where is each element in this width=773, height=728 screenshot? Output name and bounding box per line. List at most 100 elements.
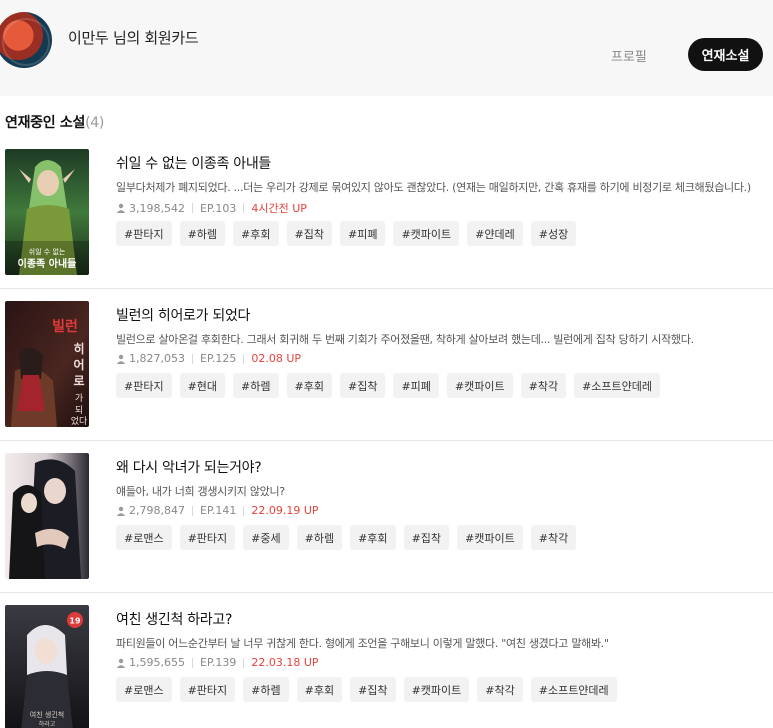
tag[interactable]: #판타지 — [116, 373, 172, 398]
cover-title-villain: 빌런 — [52, 318, 78, 335]
novel-title[interactable]: 빌런의 히어로가 되었다 — [116, 305, 250, 325]
tag[interactable]: #판타지 — [179, 677, 236, 702]
update-time: 02.08 UP — [251, 352, 302, 365]
tag[interactable]: #착각 — [530, 525, 577, 550]
cover-title-hero: 되 — [75, 405, 83, 416]
section-title-label: 연재중인 소설 — [5, 115, 86, 131]
tag[interactable]: #집착 — [403, 525, 450, 550]
tag-list: #로맨스 #판타지 #중세 #하렘 #후회 #집착 #캣파이트 #착각 — [116, 525, 577, 550]
cover-title-hero: 어 — [73, 357, 84, 372]
novel-meta: 1,827,053 EP.125 02.08 UP — [116, 352, 301, 365]
episode-count: EP.139 — [199, 656, 237, 669]
cover-title-hero: 가 — [75, 393, 83, 404]
tag[interactable]: #피폐 — [393, 373, 439, 398]
tag-list: #로맨스 #판타지 #하렘 #후회 #집착 #캣파이트 #착각 #소프트얀데레 — [116, 677, 617, 702]
tag[interactable]: #하렘 — [243, 677, 289, 702]
novel-item[interactable]: 빌런 히 어 로 가 되 었다 빌런의 히어로가 되었다 빌런으로 살아온걸 후… — [0, 289, 773, 441]
novel-count: (4) — [85, 115, 104, 131]
tag[interactable]: #착각 — [520, 373, 567, 398]
novel-list: 쉬일 수 없는 이종족 아내들 쉬일 수 없는 이종족 아내들 일부다처제가 폐… — [0, 137, 773, 728]
tag[interactable]: #캣파이트 — [403, 677, 470, 702]
cover-title-hero: 히 — [73, 341, 84, 356]
update-time: 22.03.18 UP — [251, 656, 319, 669]
tag[interactable]: #캣파이트 — [446, 373, 513, 398]
tag[interactable]: #캣파이트 — [457, 525, 523, 550]
cover-title-line2: 이종족 아내들 — [18, 257, 77, 270]
tag[interactable]: #하렘 — [296, 525, 343, 550]
tag-list: #판타지 #하렘 #후회 #집착 #피폐 #캣파이트 #얀데레 #성장 — [116, 221, 577, 246]
novel-description: 빌런으로 살아온걸 후회한다. 그래서 회귀해 두 번째 기회가 주어졌을땐, … — [116, 333, 694, 346]
tag[interactable]: #소프트얀데레 — [574, 373, 661, 398]
tag[interactable]: #중세 — [243, 525, 289, 550]
episode-count: EP.125 — [199, 352, 237, 365]
person-icon — [116, 658, 126, 668]
view-count: 3,198,542 — [129, 201, 185, 215]
cover-title-hero: 었다 — [71, 415, 88, 427]
novel-meta: 2,798,847 EP.141 22.09.19 UP — [116, 504, 319, 517]
meta-divider — [191, 353, 193, 364]
tag[interactable]: #현대 — [179, 373, 226, 398]
episode-count: EP.103 — [199, 201, 237, 215]
tag[interactable]: #판타지 — [179, 525, 236, 550]
cover-title: 여친 생긴척 — [30, 710, 64, 719]
tag[interactable]: #후회 — [296, 677, 343, 702]
view-count: 1,595,655 — [129, 656, 185, 669]
tag[interactable]: #캣파이트 — [393, 221, 460, 246]
tag[interactable]: #하렘 — [179, 221, 226, 246]
meta-divider — [243, 505, 245, 516]
tab-serial-novels[interactable]: 연재소설 — [688, 38, 763, 71]
meta-divider — [243, 203, 245, 213]
update-time: 22.09.19 UP — [251, 504, 319, 517]
cover-title: 하라고 — [39, 720, 56, 728]
tag[interactable]: #집착 — [339, 373, 386, 398]
tag[interactable]: #로맨스 — [116, 677, 172, 702]
tag[interactable]: #집착 — [350, 677, 396, 702]
novel-title[interactable]: 왜 다시 악녀가 되는거야? — [116, 457, 262, 477]
novel-item[interactable]: 쉬일 수 없는 이종족 아내들 쉬일 수 없는 이종족 아내들 일부다처제가 폐… — [0, 137, 773, 289]
meta-divider — [243, 353, 245, 364]
tag[interactable]: #소프트얀데레 — [530, 677, 617, 702]
tag[interactable]: #후회 — [286, 373, 332, 398]
tag[interactable]: #착각 — [477, 677, 523, 702]
section-title: 연재중인 소설(4) — [5, 112, 104, 132]
profile-header: 이만두 님의 회원카드 프로필 연재소설 — [0, 0, 773, 96]
member-card-title: 이만두 님의 회원카드 — [68, 29, 199, 47]
novel-cover[interactable]: 쉬일 수 없는 이종족 아내들 — [5, 149, 89, 275]
novel-cover[interactable] — [5, 453, 89, 579]
tag[interactable]: #후회 — [233, 221, 279, 246]
cover-title-line1: 쉬일 수 없는 — [29, 247, 66, 256]
novel-title[interactable]: 쉬일 수 없는 이종족 아내들 — [116, 153, 271, 173]
age-badge: 19 — [69, 617, 81, 626]
tab-profile[interactable]: 프로필 — [611, 46, 647, 65]
meta-divider — [191, 203, 193, 213]
person-icon — [116, 354, 126, 364]
person-icon — [116, 203, 126, 213]
tag[interactable]: #판타지 — [116, 221, 172, 246]
novel-item[interactable]: 왜 다시 악녀가 되는거야? 얘들아, 내가 너희 갱생시키지 않았니? 2,7… — [0, 441, 773, 593]
novel-description: 얘들아, 내가 너희 갱생시키지 않았니? — [116, 485, 285, 498]
novel-cover[interactable]: 빌런 히 어 로 가 되 었다 — [5, 301, 89, 427]
novel-item[interactable]: 19 여친 생긴척 하라고 여친 생긴척 하라고? 파티원들이 어느순간부터 날… — [0, 593, 773, 728]
tag-list: #판타지 #현대 #하렘 #후회 #집착 #피폐 #캣파이트 #착각 #소프트얀… — [116, 373, 661, 398]
novel-meta: 1,595,655 EP.139 22.03.18 UP — [116, 656, 319, 669]
novel-meta: 3,198,542 EP.103 4시간전 UP — [116, 200, 307, 216]
tag[interactable]: #로맨스 — [116, 525, 172, 550]
meta-divider — [191, 505, 193, 516]
cover-title-hero: 로 — [73, 374, 84, 388]
tag[interactable]: #피폐 — [339, 221, 386, 246]
novel-cover[interactable]: 19 여친 생긴척 하라고 — [5, 605, 89, 728]
meta-divider — [243, 657, 245, 668]
tag[interactable]: #집착 — [286, 221, 332, 246]
update-time: 4시간전 UP — [251, 202, 307, 215]
tag[interactable]: #성장 — [530, 221, 577, 246]
person-icon — [116, 506, 126, 516]
tag[interactable]: #하렘 — [233, 373, 279, 398]
tag[interactable]: #얀데레 — [467, 221, 523, 246]
novel-description: 파티원들이 어느순간부터 날 너무 귀찮게 한다. 형에게 조언을 구해보니 이… — [116, 637, 609, 650]
view-count: 2,798,847 — [129, 504, 185, 517]
meta-divider — [191, 657, 193, 668]
novel-title[interactable]: 여친 생긴척 하라고? — [116, 609, 232, 629]
user-avatar[interactable] — [0, 12, 52, 68]
view-count: 1,827,053 — [129, 352, 185, 365]
tag[interactable]: #후회 — [350, 525, 396, 550]
